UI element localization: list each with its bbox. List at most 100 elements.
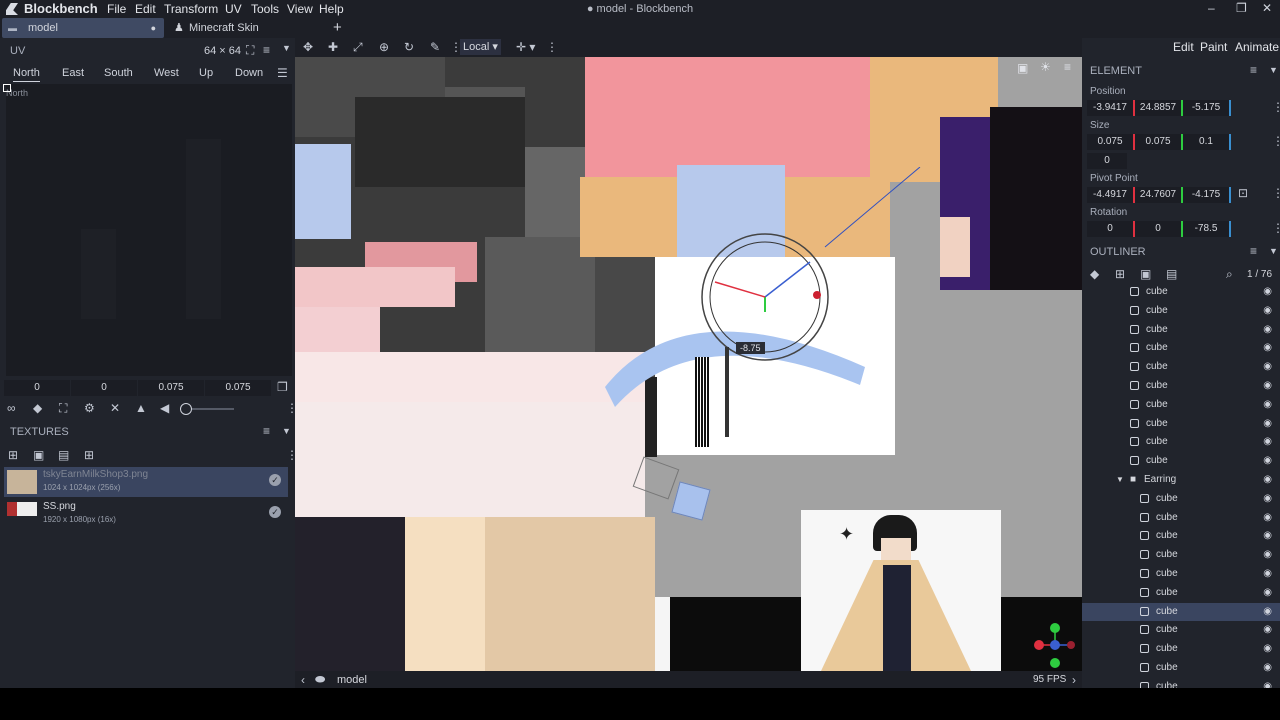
- collapse-icon[interactable]: ▤: [1166, 267, 1177, 281]
- uv-selection-box[interactable]: [3, 84, 11, 92]
- uv-height-field[interactable]: 0.075: [205, 380, 271, 396]
- inflate-field[interactable]: 0: [1087, 153, 1127, 169]
- rotation-z-field[interactable]: -78.5: [1183, 221, 1231, 237]
- mode-animate[interactable]: Animate: [1235, 40, 1279, 54]
- visibility-eye-icon[interactable]: ◉: [1263, 621, 1272, 639]
- visibility-eye-icon[interactable]: ◉: [1263, 546, 1272, 564]
- outliner-cube[interactable]: cube ◉: [1082, 415, 1280, 433]
- visibility-eye-icon[interactable]: ◉: [1263, 283, 1272, 301]
- visibility-eye-icon[interactable]: ◉: [1263, 321, 1272, 339]
- copy-icon[interactable]: ❐: [277, 380, 288, 394]
- face-tab-east[interactable]: East: [62, 67, 84, 79]
- outliner-cube[interactable]: cube ◉: [1082, 640, 1280, 658]
- outliner-cube[interactable]: cube ◉: [1082, 509, 1280, 527]
- fullscreen-icon[interactable]: ⛶: [246, 43, 254, 58]
- texture-item[interactable]: SS.png 1920 x 1080px (16x) ✓: [4, 499, 288, 529]
- translate-icon[interactable]: ✚: [328, 40, 338, 54]
- outliner-cube[interactable]: cube ◉: [1082, 621, 1280, 639]
- outliner-cube[interactable]: cube ◉: [1082, 339, 1280, 357]
- minimize-icon[interactable]: –: [1208, 1, 1215, 15]
- uv-resolution[interactable]: 64 × 64: [204, 45, 241, 57]
- face-tab-up[interactable]: Up: [199, 67, 213, 79]
- visibility-eye-icon[interactable]: ◉: [1263, 678, 1272, 688]
- chevron-right-icon[interactable]: ›: [1072, 673, 1076, 687]
- visibility-eye-icon[interactable]: ◉: [1263, 358, 1272, 376]
- outliner-cube[interactable]: cube ◉: [1082, 321, 1280, 339]
- sun-icon[interactable]: ☀: [1040, 60, 1051, 74]
- image-icon[interactable]: ▣: [1017, 61, 1028, 75]
- brush-icon[interactable]: ✎: [430, 40, 440, 54]
- more-icon[interactable]: ⋮: [1272, 100, 1280, 114]
- outliner-cube[interactable]: cube ◉: [1082, 283, 1280, 301]
- chevron-left-icon[interactable]: ‹: [301, 673, 305, 687]
- position-x-field[interactable]: -3.9417: [1087, 100, 1135, 116]
- visibility-eye-icon[interactable]: ◉: [1263, 603, 1272, 621]
- position-z-field[interactable]: -5.175: [1183, 100, 1231, 116]
- position-y-field[interactable]: 24.8857: [1135, 100, 1183, 116]
- outliner-cube[interactable]: cube ◉: [1082, 452, 1280, 470]
- move-tool-icon[interactable]: ✥: [303, 40, 313, 54]
- pivot-icon[interactable]: ⊕: [379, 40, 389, 54]
- menu-icon[interactable]: ≡: [1250, 244, 1257, 258]
- reference-image-anime[interactable]: [940, 107, 1082, 290]
- chevron-down-icon[interactable]: ▼: [282, 43, 291, 53]
- uv-rotation-slider[interactable]: [180, 403, 234, 415]
- face-settings-icon[interactable]: ☰: [277, 66, 288, 80]
- chevron-down-icon[interactable]: ▼: [1269, 65, 1278, 75]
- pivot-z-field[interactable]: -4.175: [1183, 187, 1231, 203]
- visibility-eye-icon[interactable]: ◉: [1263, 302, 1272, 320]
- outliner-cube[interactable]: cube ◉: [1082, 377, 1280, 395]
- more-icon[interactable]: ⋮: [1272, 186, 1280, 200]
- outliner-cube[interactable]: cube ◉: [1082, 433, 1280, 451]
- face-tab-south[interactable]: South: [104, 67, 133, 79]
- visibility-eye-icon[interactable]: ◉: [1263, 433, 1272, 451]
- visibility-eye-icon[interactable]: ◉: [1263, 339, 1272, 357]
- check-icon[interactable]: ✓: [269, 474, 281, 486]
- outliner-cube[interactable]: cube ◉: [1082, 584, 1280, 602]
- outliner-cube[interactable]: cube ◉: [1082, 358, 1280, 376]
- folder-icon[interactable]: ▤: [58, 448, 69, 462]
- import-texture-icon[interactable]: ⊞: [8, 448, 18, 462]
- mode-edit[interactable]: Edit: [1173, 40, 1194, 54]
- reference-image-character[interactable]: ✦: [801, 510, 1001, 671]
- shape-icon[interactable]: ◆: [1090, 267, 1099, 281]
- axis-gizmo[interactable]: [1033, 620, 1078, 670]
- visibility-eye-icon[interactable]: ◉: [1263, 640, 1272, 658]
- outliner-group[interactable]: ▼ ■ Earring ◉: [1082, 471, 1280, 489]
- size-x-field[interactable]: 0.075: [1087, 134, 1135, 150]
- maximize-icon[interactable]: ❐: [1236, 1, 1247, 15]
- pivot-x-field[interactable]: -4.4917: [1087, 187, 1135, 203]
- outliner-cube[interactable]: cube ◉: [1082, 678, 1280, 688]
- visibility-eye-icon[interactable]: ◉: [1263, 377, 1272, 395]
- chevron-down-icon[interactable]: ▼: [1116, 471, 1124, 489]
- resize-icon[interactable]: ⤢: [353, 40, 363, 55]
- outliner-cube[interactable]: cube ◉: [1082, 527, 1280, 545]
- size-y-field[interactable]: 0.075: [1135, 134, 1183, 150]
- pivot-y-field[interactable]: 24.7607: [1135, 187, 1183, 203]
- center-pivot-icon[interactable]: ⊡: [1238, 186, 1248, 200]
- texture-item[interactable]: tskyEarnMilkShop3.png 1024 x 1024px (256…: [4, 467, 288, 497]
- outliner-cube[interactable]: cube ◉: [1082, 302, 1280, 320]
- rotation-y-field[interactable]: 0: [1135, 221, 1183, 237]
- visibility-eye-icon[interactable]: ◉: [1263, 584, 1272, 602]
- check-icon[interactable]: ✓: [269, 506, 281, 518]
- visibility-eye-icon[interactable]: ◉: [1263, 527, 1272, 545]
- uv-x-field[interactable]: 0: [4, 380, 70, 396]
- face-tab-north[interactable]: North: [13, 67, 40, 82]
- menu-icon[interactable]: ≡: [1250, 63, 1257, 77]
- maximize-uv-icon[interactable]: ⛶: [59, 401, 67, 416]
- size-z-field[interactable]: 0.1: [1183, 134, 1231, 150]
- add-cube-icon[interactable]: ⊞: [1115, 267, 1125, 281]
- face-tab-down[interactable]: Down: [235, 67, 263, 79]
- visibility-eye-icon[interactable]: ◉: [1263, 452, 1272, 470]
- rotation-x-field[interactable]: 0: [1087, 221, 1135, 237]
- rotate-uv-icon[interactable]: ◀: [160, 401, 169, 415]
- viewport-3d[interactable]: -8.75 ✦ ▣ ☀ ≡: [295, 57, 1082, 671]
- uv-y-field[interactable]: 0: [71, 380, 137, 396]
- small-cube[interactable]: [671, 481, 711, 521]
- visibility-eye-icon[interactable]: ◉: [1263, 509, 1272, 527]
- visibility-eye-icon[interactable]: ◉: [1263, 659, 1272, 677]
- rotation-gizmo[interactable]: [695, 227, 835, 367]
- snap-icon[interactable]: ✛ ▾: [516, 40, 535, 54]
- outliner-cube[interactable]: cube ◉: [1082, 602, 1280, 621]
